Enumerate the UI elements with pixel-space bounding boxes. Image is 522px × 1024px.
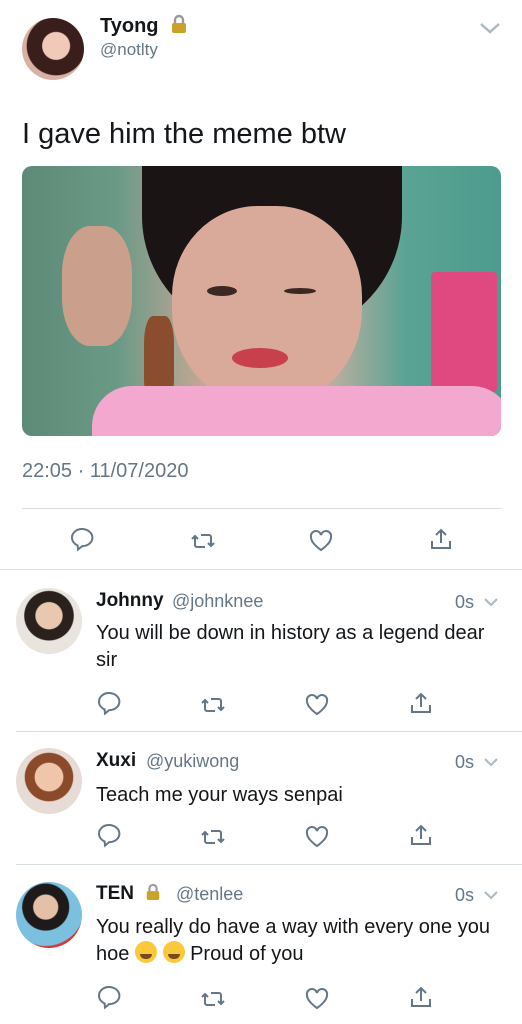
divider xyxy=(0,569,522,570)
divider xyxy=(16,731,522,732)
chevron-down-icon[interactable] xyxy=(483,751,499,772)
reply-handle[interactable]: @yukiwong xyxy=(146,751,239,772)
author-handle[interactable]: @notlty xyxy=(100,40,158,60)
tweet-photo[interactable] xyxy=(22,166,501,436)
reply-text: Teach me your ways senpai xyxy=(96,784,343,806)
retweet-icon[interactable] xyxy=(200,692,226,718)
reply-text: You will be down in history as a legend … xyxy=(96,622,485,671)
reply-icon[interactable] xyxy=(96,690,122,716)
divider xyxy=(22,508,501,509)
reply-avatar[interactable] xyxy=(16,882,82,948)
reply-icon[interactable] xyxy=(69,526,95,552)
tweet-text: I gave him the meme btw xyxy=(22,118,346,150)
reply-icon[interactable] xyxy=(96,984,122,1010)
reply-time: 0s xyxy=(455,884,499,906)
reply-time-text: 0s xyxy=(455,885,475,905)
reply-name[interactable]: TEN xyxy=(96,883,161,907)
tweet-timestamp[interactable]: 22:05 · 11/07/2020 xyxy=(22,460,188,483)
reply-name[interactable]: Xuxi xyxy=(96,750,136,772)
reply-name-text: TEN xyxy=(96,883,134,904)
author-avatar[interactable] xyxy=(22,18,84,80)
lock-icon xyxy=(170,14,188,40)
reply-time: 0s xyxy=(455,591,499,613)
author-name[interactable]: Tyong xyxy=(100,14,188,40)
share-icon[interactable] xyxy=(408,984,434,1010)
loudly-crying-face-emoji xyxy=(134,941,157,963)
reply-handle[interactable]: @tenlee xyxy=(176,884,243,905)
reply-name[interactable]: Johnny xyxy=(96,590,164,612)
share-icon[interactable] xyxy=(408,690,434,716)
reply-handle[interactable]: @johnknee xyxy=(172,591,263,612)
like-icon[interactable] xyxy=(304,986,330,1012)
reply-icon[interactable] xyxy=(96,822,122,848)
share-icon[interactable] xyxy=(408,822,434,848)
like-icon[interactable] xyxy=(304,692,330,718)
retweet-icon[interactable] xyxy=(200,824,226,850)
reply-time-text: 0s xyxy=(455,752,475,772)
reply-time-text: 0s xyxy=(455,592,475,612)
reply-avatar[interactable] xyxy=(16,748,82,814)
like-icon[interactable] xyxy=(304,824,330,850)
retweet-icon[interactable] xyxy=(200,986,226,1012)
author-name-text: Tyong xyxy=(100,15,159,37)
lock-icon xyxy=(145,883,161,907)
chevron-down-icon[interactable] xyxy=(478,20,502,41)
chevron-down-icon[interactable] xyxy=(483,884,499,905)
reply-text: You really do have a way with every one … xyxy=(96,914,506,968)
reply-time: 0s xyxy=(455,751,499,773)
share-icon[interactable] xyxy=(428,526,454,552)
like-icon[interactable] xyxy=(308,528,334,554)
chevron-down-icon[interactable] xyxy=(483,591,499,612)
retweet-icon[interactable] xyxy=(190,528,216,554)
reply-avatar[interactable] xyxy=(16,588,82,654)
loudly-crying-face-emoji xyxy=(162,941,185,963)
reply-text-part: Proud of you xyxy=(190,943,304,965)
divider xyxy=(16,864,522,865)
